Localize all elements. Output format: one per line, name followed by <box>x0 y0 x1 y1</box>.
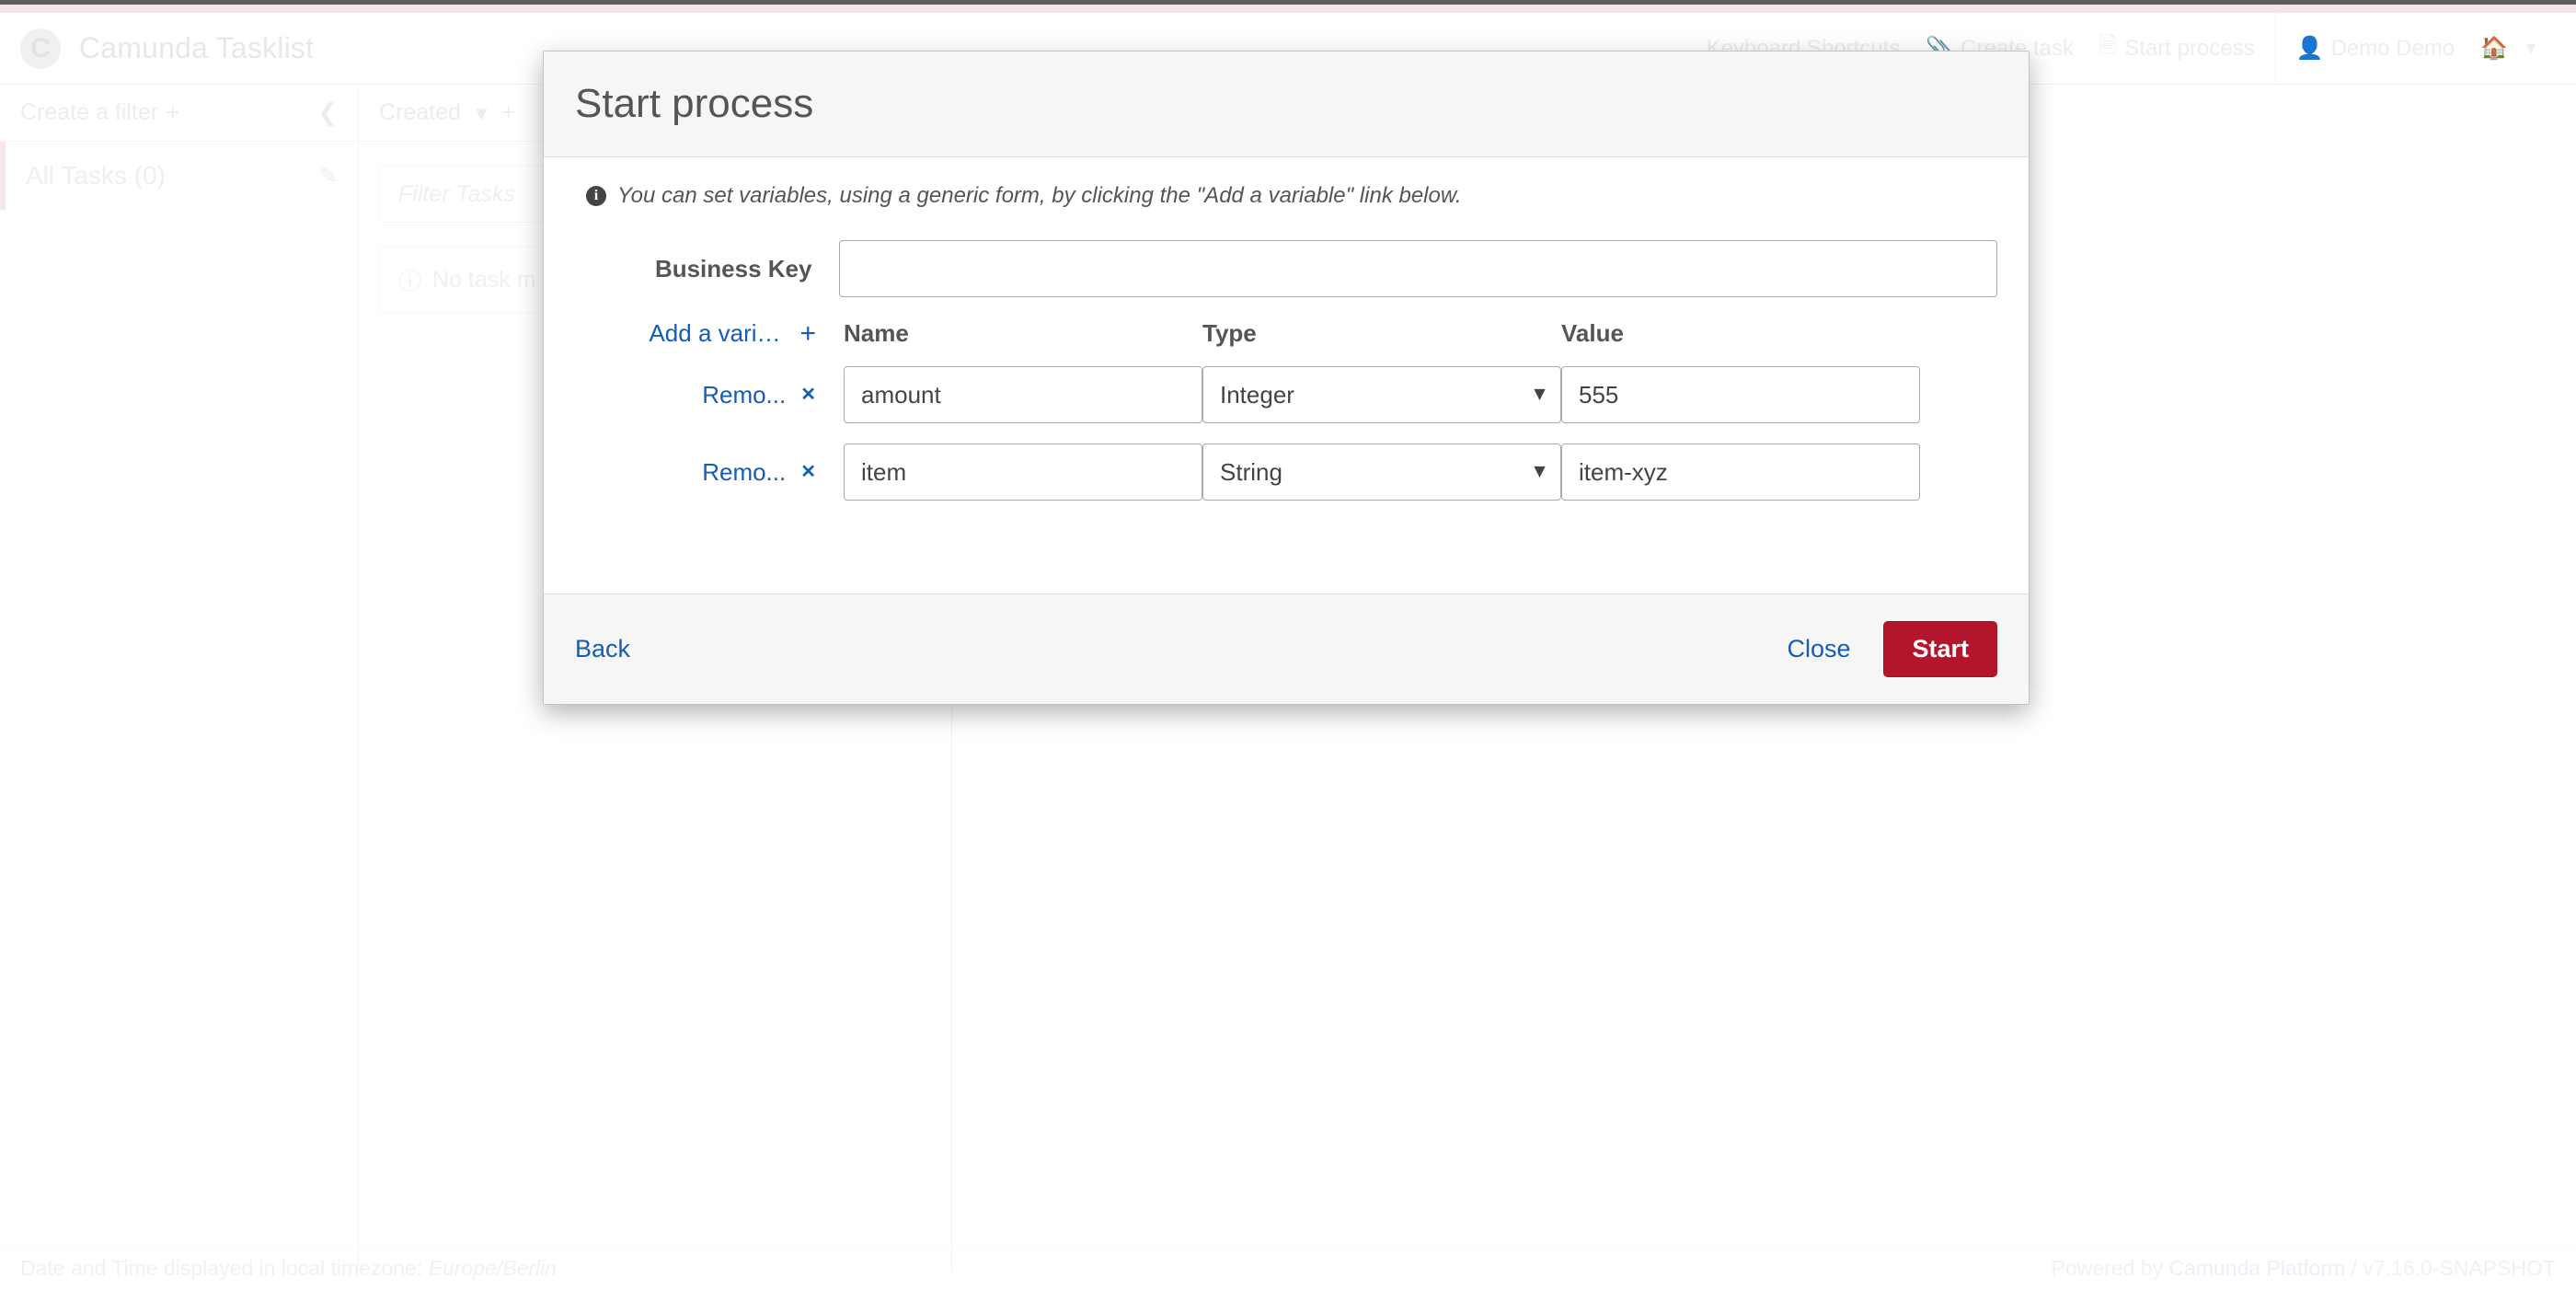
chevron-down-icon: ▼ <box>2523 39 2539 57</box>
brand[interactable]: C Camunda Tasklist <box>20 28 315 69</box>
brand-title: Camunda Tasklist <box>79 31 315 64</box>
modal-title: Start process <box>575 81 814 126</box>
modal-info-text: You can set variables, using a generic f… <box>617 183 1462 208</box>
back-button[interactable]: Back <box>575 635 630 663</box>
sidebar-item-all-tasks[interactable]: All Tasks (0) ✎ <box>0 142 358 210</box>
column-header-value: Value <box>1561 319 1624 347</box>
start-button[interactable]: Start <box>1883 621 1997 677</box>
variable-value-input[interactable] <box>1561 366 1920 423</box>
business-key-row: Business Key <box>575 240 1997 297</box>
add-variable-button[interactable]: Add a varia... + <box>575 319 844 348</box>
modal-body: i You can set variables, using a generic… <box>544 157 2029 593</box>
variable-value-input[interactable] <box>1561 443 1920 501</box>
navbar-divider <box>2274 12 2276 85</box>
timezone-info: Date and Time displayed in local timezon… <box>20 1256 557 1281</box>
variable-type-select[interactable]: StringBooleanShortIntegerLongDoubleDateN… <box>1202 443 1561 501</box>
variable-type-select[interactable]: StringBooleanShortIntegerLongDoubleDateN… <box>1202 366 1561 423</box>
chevron-down-icon[interactable]: ▾ <box>476 99 488 127</box>
add-variable-label: Add a varia... <box>649 319 784 347</box>
table-row: Remo... ✕ StringBooleanShortIntegerLongD… <box>575 366 1997 423</box>
remove-variable-button[interactable]: Remo... ✕ <box>575 381 844 409</box>
remove-variable-label: Remo... <box>702 380 787 409</box>
close-icon: ✕ <box>800 385 816 405</box>
variable-type-cell: StringBooleanShortIntegerLongDoubleDateN… <box>1202 443 1561 501</box>
variables-table-header: Add a varia... + Name Type Value <box>575 319 1997 348</box>
filter-tasks-placeholder: Filter Tasks <box>398 180 515 207</box>
business-key-label: Business Key <box>654 254 812 282</box>
info-icon: ⓘ <box>398 269 422 294</box>
close-button[interactable]: Close <box>1787 635 1850 663</box>
application-window: C Camunda Tasklist Keyboard Shortcuts 📎 … <box>0 0 2576 1290</box>
powered-by-label: Powered by <box>2051 1256 2164 1280</box>
start-process-label: Start process <box>2124 35 2255 61</box>
chevron-left-icon[interactable]: ❮ <box>317 98 338 127</box>
remove-variable-button[interactable]: Remo... ✕ <box>575 458 844 487</box>
plus-icon: + <box>166 98 180 126</box>
filter-panel: Create a filter + ❮ All Tasks (0) ✎ <box>0 85 359 1272</box>
column-header-type: Type <box>1202 319 1257 347</box>
business-key-input[interactable] <box>839 240 1997 297</box>
start-process-modal: Start process i You can set variables, u… <box>543 51 2030 705</box>
info-icon: i <box>586 186 606 206</box>
variable-value-cell <box>1561 443 1920 501</box>
column-header-name: Name <box>844 319 909 347</box>
variable-name-input[interactable] <box>844 366 1202 423</box>
add-sort-icon[interactable]: + <box>502 99 516 126</box>
nav-home-menu[interactable]: 🏠 ▼ <box>2467 35 2552 62</box>
modal-header: Start process <box>544 52 2029 157</box>
sort-by-label[interactable]: Created <box>379 99 461 126</box>
no-task-label: No task m <box>432 266 536 293</box>
variable-name-cell <box>844 366 1202 423</box>
version-label: / v7.16.0-SNAPSHOT <box>2351 1256 2556 1280</box>
list-document-icon: 🗎 <box>2099 33 2118 58</box>
close-icon: ✕ <box>800 462 816 482</box>
modal-footer: Back Close Start <box>544 593 2029 704</box>
timezone-prefix: Date and Time displayed in local timezon… <box>20 1256 423 1280</box>
home-icon: 🏠 <box>2480 36 2509 61</box>
pencil-icon[interactable]: ✎ <box>319 163 338 190</box>
create-filter-button[interactable]: Create a filter + <box>20 98 179 127</box>
plus-icon: + <box>799 317 816 349</box>
powered-by-info: Powered by Camunda Platform / v7.16.0-SN… <box>2052 1256 2556 1281</box>
timezone-value: Europe/Berlin <box>428 1256 557 1280</box>
modal-footer-actions: Close Start <box>1787 621 1997 677</box>
nav-start-process[interactable]: 🗎 Start process <box>2087 29 2268 67</box>
create-filter-label: Create a filter <box>20 99 159 125</box>
user-name-label: Demo Demo <box>2330 35 2455 61</box>
all-tasks-label: All Tasks (0) <box>26 161 166 190</box>
user-icon: 👤 <box>2295 36 2324 61</box>
table-row: Remo... ✕ StringBooleanShortIntegerLongD… <box>575 443 1997 501</box>
variable-name-cell <box>844 443 1202 501</box>
filter-panel-header: Create a filter + ❮ <box>0 85 358 142</box>
nav-user-menu[interactable]: 👤 Demo Demo <box>2283 35 2468 62</box>
camunda-platform-link[interactable]: Camunda Platform <box>2168 1256 2345 1280</box>
modal-info-message: i You can set variables, using a generic… <box>586 183 1997 209</box>
remove-variable-label: Remo... <box>702 457 787 486</box>
variable-name-input[interactable] <box>844 443 1202 501</box>
variable-value-cell <box>1561 366 1920 423</box>
camunda-logo-icon: C <box>20 28 61 69</box>
application-footer: Date and Time displayed in local timezon… <box>0 1246 2576 1290</box>
variable-type-cell: StringBooleanShortIntegerLongDoubleDateN… <box>1202 366 1561 423</box>
